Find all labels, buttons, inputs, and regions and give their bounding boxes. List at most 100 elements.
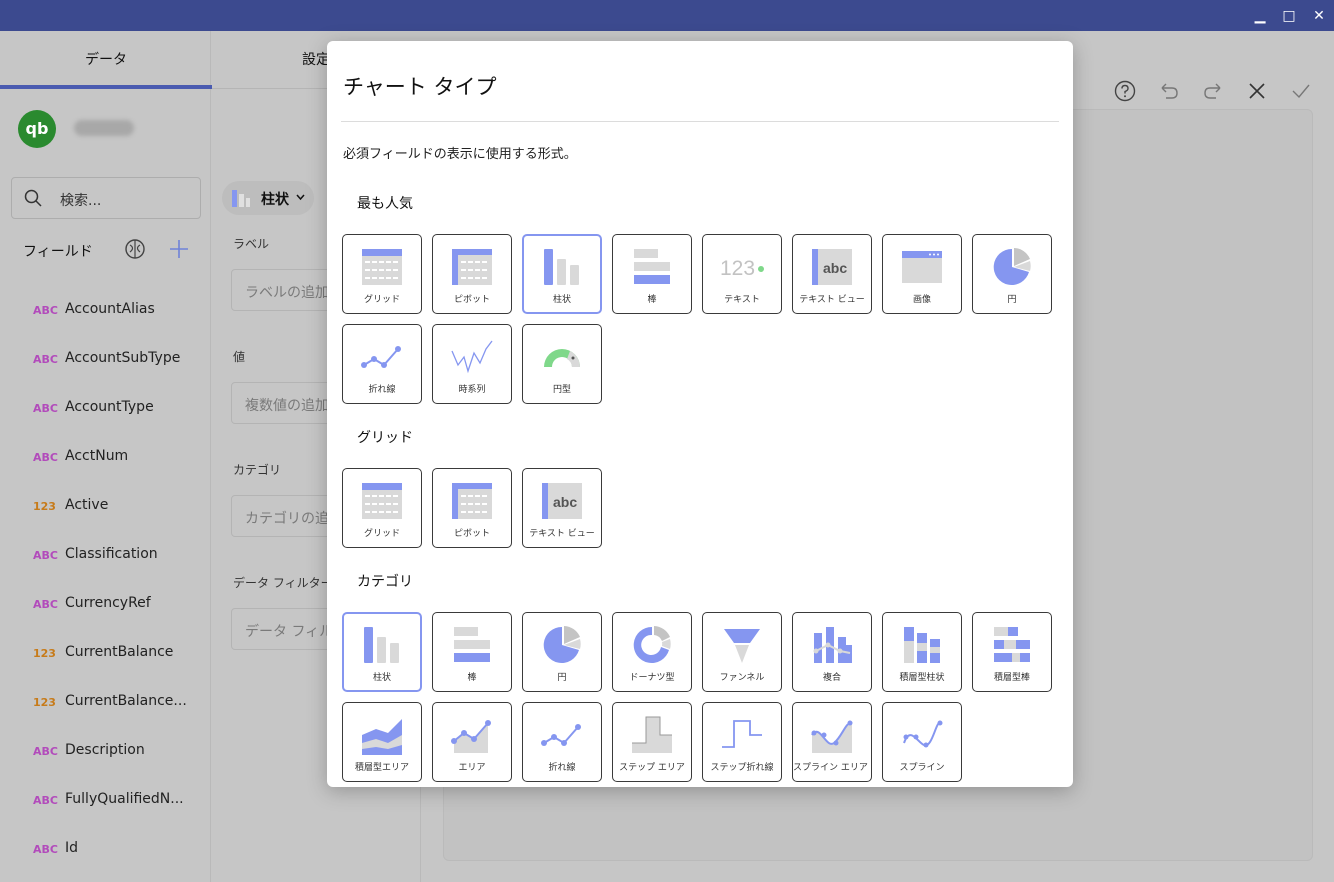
chart-type-tile-spline[interactable]: スプライン [882,702,962,782]
column-chart-icon [360,623,404,667]
field-name: AccountSubType [65,350,181,366]
chart-type-tile-line[interactable]: 折れ線 [342,324,422,404]
active-tab-indicator [0,85,212,89]
field-item[interactable]: ABC AccountAlias [0,289,211,338]
field-name: CurrentBalance [65,644,174,660]
chart-type-tile-grid[interactable]: グリッド [342,234,422,314]
chart-type-label: スプライン [899,763,945,773]
minimize-button[interactable]: ▁ [1250,6,1270,26]
search-input[interactable]: 検索... [11,177,201,219]
field-name: Description [65,742,145,758]
chart-type-tile-stackedarea[interactable]: 積層型エリア [342,702,422,782]
field-item[interactable]: ABC FullyQualifiedN... [0,779,211,828]
datasource-row[interactable]: qb [18,110,198,148]
field-item[interactable]: ABC Id [0,828,211,877]
chart-type-tile-composite[interactable]: 複合 [792,612,872,692]
quickbooks-logo-icon: qb [18,110,56,148]
chart-type-tile-grid[interactable]: グリッド [342,468,422,548]
chart-type-tile-pivot[interactable]: ピボット [432,468,512,548]
field-name: FullyQualifiedN... [65,791,184,807]
chart-type-tile-funnel[interactable]: ファンネル [702,612,782,692]
chart-type-tile-pie[interactable]: 円 [972,234,1052,314]
brain-icon[interactable] [124,238,146,260]
value-placeholder: 複数値の追加 [245,398,329,414]
chart-type-label: エリア [458,763,486,773]
chart-type-tile-stackedcolumn[interactable]: 積層型柱状 [882,612,962,692]
line-chart-icon [360,335,404,379]
chart-type-tile-stepline[interactable]: ステップ折れ線 [702,702,782,782]
chart-type-tile-bar[interactable]: 棒 [432,612,512,692]
chart-type-tile-steparea[interactable]: ステップ エリア [612,702,692,782]
chart-type-label: ステップ折れ線 [710,763,774,773]
chart-type-tile-timeseries[interactable]: 時系列 [432,324,512,404]
chart-type-tile-area[interactable]: エリア [432,702,512,782]
chart-type-label: 円 [1007,295,1017,305]
help-icon[interactable] [1114,80,1136,102]
field-item[interactable]: 123 CurrentBalance [0,632,211,681]
chart-type-tile-text[interactable]: 123 テキスト [702,234,782,314]
redo-icon[interactable] [1202,80,1224,102]
stepline-chart-icon [720,713,764,757]
field-item[interactable]: 123 CurrentBalance... [0,681,211,730]
textview-chart-icon: abc [810,245,854,289]
field-item[interactable]: ABC AcctNum [0,436,211,485]
column-chart-icon [540,245,584,289]
chevron-down-icon [296,194,305,201]
chart-type-tile-line[interactable]: 折れ線 [522,702,602,782]
chart-type-tile-splinearea[interactable]: スプライン エリア チ... [792,702,872,782]
section-category-title: カテゴリ [357,574,413,590]
check-icon[interactable] [1290,80,1312,102]
chart-type-tile-pivot[interactable]: ピボット [432,234,512,314]
bar-chart-icon [630,245,674,289]
funnel-chart-icon [720,623,764,667]
title-bar: ▁ □ ✕ [0,0,1334,31]
field-item[interactable]: ABC AccountType [0,387,211,436]
field-item[interactable]: 123 Active [0,485,211,534]
chart-type-tile-gauge[interactable]: 円型 [522,324,602,404]
chart-type-tile-image[interactable]: 画像 [882,234,962,314]
chart-type-label: 積層型棒 [993,673,1030,683]
stackedarea-chart-icon [360,713,404,757]
svg-text:123: 123 [720,257,755,280]
chart-type-tile-textview[interactable]: abc テキスト ビュー [522,468,602,548]
add-field-icon[interactable] [168,238,190,260]
undo-icon[interactable] [1158,80,1180,102]
field-item[interactable]: ABC Classification [0,534,211,583]
field-name: AccountAlias [65,301,155,317]
chart-type-label: テキスト ビュー [799,295,865,305]
chart-type-button[interactable]: 柱状 [222,181,314,215]
close-window-button[interactable]: ✕ [1309,6,1329,26]
section-grid-title: グリッド [357,430,413,446]
field-type-badge: ABC [33,745,58,758]
field-item[interactable]: ABC Description [0,730,211,779]
chart-type-tile-stackedbar[interactable]: 積層型棒 [972,612,1052,692]
splinearea-chart-icon [810,713,854,757]
field-type-badge: 123 [33,696,56,709]
field-name: CurrencyRef [65,595,151,611]
dialog-title: チャート タイプ [343,75,497,99]
field-type-badge: ABC [33,402,58,415]
chart-type-tile-pie[interactable]: 円 [522,612,602,692]
close-icon[interactable] [1246,80,1268,102]
chart-type-tile-bar[interactable]: 棒 [612,234,692,314]
field-item[interactable]: ABC CurrencyRef [0,583,211,632]
chart-type-label: ファンネル [719,673,765,683]
stackedcolumn-chart-icon [900,623,944,667]
chart-type-label: 複合 [822,673,841,683]
field-item[interactable]: ABC AccountSubType [0,338,211,387]
label-placeholder: ラベルの追加 [245,285,329,301]
composite-chart-icon [810,623,854,667]
chart-type-tile-textview[interactable]: abc テキスト ビュー [792,234,872,314]
field-type-badge: ABC [33,598,58,611]
chart-type-tile-column[interactable]: 柱状 [522,234,602,314]
tab-data[interactable]: データ [0,31,212,89]
chart-type-tile-donut[interactable]: ドーナツ型 [612,612,692,692]
chart-type-label: 棒 [467,673,477,683]
field-name: Classification [65,546,158,562]
chart-type-tile-column[interactable]: 柱状 [342,612,422,692]
pivot-chart-icon [450,245,494,289]
chart-type-label: ピボット [453,529,490,539]
chart-type-label: 積層型エリア [354,763,409,773]
maximize-button[interactable]: □ [1279,6,1299,26]
search-icon [24,189,42,207]
